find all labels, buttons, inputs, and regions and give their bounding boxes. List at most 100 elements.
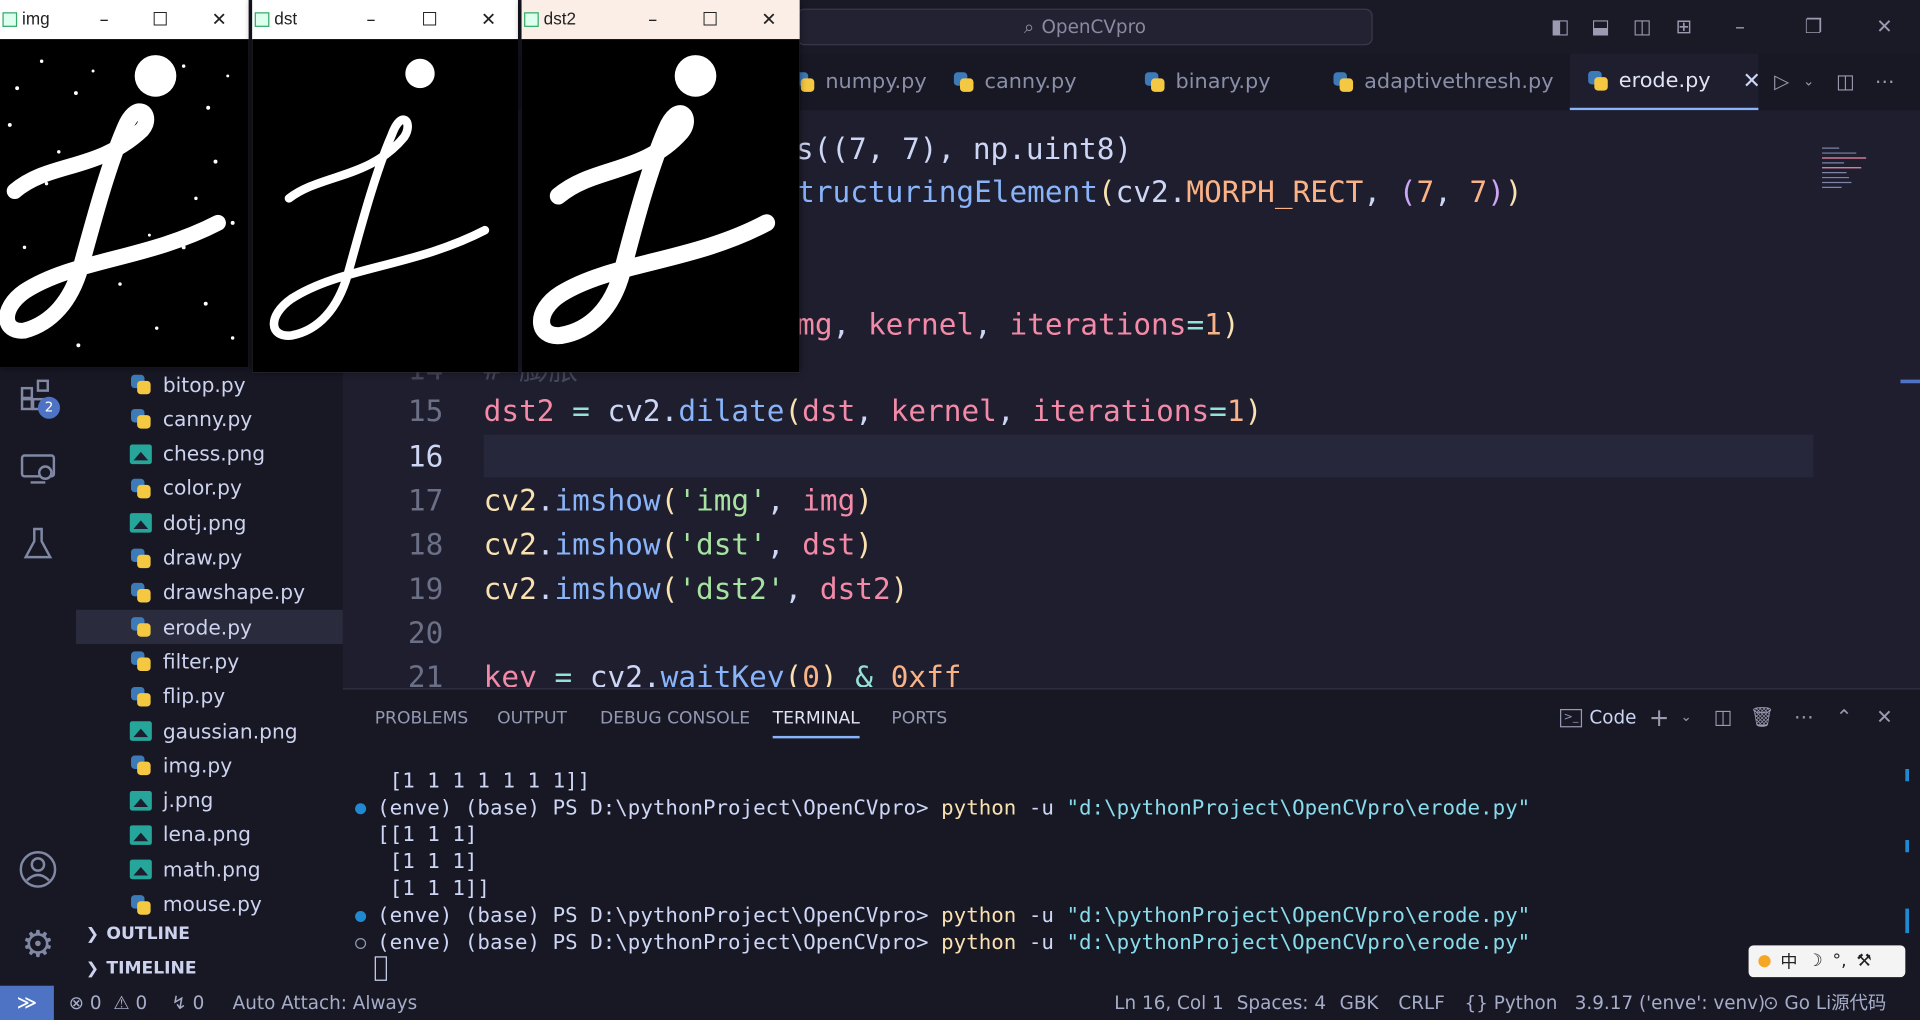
- file-item[interactable]: chess.png: [76, 437, 343, 471]
- command-status-icon[interactable]: [355, 911, 367, 923]
- file-item[interactable]: dotj.png: [76, 506, 343, 540]
- minimize-icon[interactable]: –: [639, 7, 666, 31]
- restore-icon[interactable]: ❐: [1800, 13, 1827, 40]
- interpreter-status[interactable]: 3.9.17 ('enve': venv): [1575, 986, 1766, 1020]
- file-item[interactable]: draw.py: [76, 541, 343, 575]
- maximize-icon[interactable]: ☐: [416, 7, 443, 31]
- warning-icon: ⚠: [113, 991, 130, 1014]
- minimize-icon[interactable]: –: [358, 7, 385, 31]
- code-line: cv2.imshow('dst', dst): [483, 527, 873, 563]
- file-item[interactable]: flip.py: [76, 679, 343, 713]
- ports-indicator[interactable]: ↯ 0: [171, 986, 204, 1020]
- go-live-button[interactable]: ⊙ Go Li源代码: [1763, 986, 1886, 1020]
- toggle-secondary-sidebar-icon[interactable]: ◫: [1629, 13, 1656, 40]
- file-item[interactable]: erode.py: [75, 609, 343, 645]
- image-file-icon: [129, 859, 152, 880]
- account-icon[interactable]: [16, 849, 60, 893]
- command-status-icon[interactable]: [355, 937, 367, 949]
- tab-erode[interactable]: erode.py ✕: [1569, 53, 1761, 111]
- tab-debug-console[interactable]: DEBUG CONSOLE: [600, 705, 750, 732]
- close-tab-icon[interactable]: ✕: [1742, 68, 1760, 94]
- cursor-position[interactable]: Ln 16, Col 1: [1114, 986, 1223, 1020]
- settings-gear-icon[interactable]: ⚙: [16, 923, 60, 967]
- trash-icon[interactable]: 🗑: [1749, 704, 1776, 731]
- minimize-icon[interactable]: –: [91, 7, 118, 31]
- python-file-icon: [130, 616, 152, 638]
- python-file-icon: [130, 547, 152, 569]
- code-line: dst2 = cv2.dilate(dst, kernel, iteration…: [483, 394, 1263, 429]
- terminal-path: "d:\pythonProject\OpenCVpro\erode.py": [1066, 795, 1531, 821]
- split-editor-icon[interactable]: ◫: [1832, 69, 1859, 96]
- outline-section[interactable]: ❯ OUTLINE: [76, 917, 343, 951]
- cv-window-dst[interactable]: dst – ☐ ✕: [252, 0, 518, 373]
- more-actions-icon[interactable]: ⋯: [1790, 704, 1817, 731]
- file-item[interactable]: filter.py: [76, 645, 343, 679]
- file-name: chess.png: [162, 442, 266, 466]
- timeline-section[interactable]: ❯ TIMELINE: [76, 951, 343, 985]
- problems-indicator[interactable]: ⊗ 0 ⚠ 0: [69, 986, 148, 1020]
- indentation-status[interactable]: Spaces: 4: [1237, 986, 1326, 1020]
- cv-title-bar[interactable]: img – ☐ ✕: [0, 0, 249, 40]
- image-file-icon: [129, 513, 152, 533]
- close-icon[interactable]: ✕: [475, 7, 502, 31]
- file-item[interactable]: math.png: [76, 852, 343, 886]
- terminal-shell-selector[interactable]: >_ Code: [1560, 703, 1636, 732]
- file-item[interactable]: canny.py: [76, 402, 343, 436]
- cv-title-bar[interactable]: dst2 – ☐ ✕: [521, 0, 800, 40]
- tab-output[interactable]: OUTPUT: [497, 705, 567, 732]
- toggle-panel-icon[interactable]: ⬓: [1587, 13, 1614, 40]
- chevron-down-icon[interactable]: ⌄: [1673, 704, 1700, 731]
- cv-window-dst2[interactable]: dst2 – ☐ ✕: [521, 0, 800, 373]
- testing-flask-icon[interactable]: [16, 524, 60, 568]
- tab-problems[interactable]: PROBLEMS: [375, 705, 469, 732]
- more-actions-icon[interactable]: ⋯: [1871, 69, 1898, 96]
- file-item[interactable]: lena.png: [76, 818, 343, 852]
- tab-label: canny.py: [984, 69, 1077, 95]
- cv-window-title: dst2: [543, 8, 577, 29]
- cv-title-bar[interactable]: dst – ☐ ✕: [252, 0, 518, 40]
- new-terminal-icon[interactable]: +: [1646, 704, 1673, 731]
- remote-explorer-icon[interactable]: [16, 448, 60, 492]
- search-text: OpenCVpro: [1041, 15, 1146, 38]
- minimize-icon[interactable]: –: [1727, 13, 1754, 40]
- tab-canny[interactable]: canny.py: [936, 54, 1120, 110]
- file-item[interactable]: j.png: [76, 783, 343, 817]
- code-line: cv2.imshow('img', img): [483, 483, 873, 518]
- tab-binary[interactable]: binary.py: [1127, 54, 1311, 110]
- maximize-icon[interactable]: ☐: [147, 7, 174, 31]
- auto-attach-status[interactable]: Auto Attach: Always: [233, 986, 418, 1020]
- maximize-panel-icon[interactable]: ⌃: [1831, 704, 1858, 731]
- tab-ports[interactable]: PORTS: [891, 705, 947, 732]
- tab-numpy[interactable]: numpy.py: [776, 54, 947, 110]
- file-name: canny.py: [162, 407, 253, 431]
- file-item[interactable]: drawshape.py: [76, 575, 343, 609]
- run-icon[interactable]: ▷: [1768, 69, 1795, 96]
- encoding-status[interactable]: GBK: [1340, 986, 1379, 1020]
- file-item[interactable]: bitop.py: [76, 367, 343, 401]
- customize-layout-icon[interactable]: ⊞: [1670, 13, 1697, 40]
- minimap[interactable]: [1820, 144, 1869, 193]
- python-file-icon: [130, 373, 152, 395]
- language-label: Python: [1493, 991, 1558, 1014]
- split-terminal-icon[interactable]: ◫: [1709, 704, 1736, 731]
- remote-indicator-icon[interactable]: ≫: [0, 985, 54, 1020]
- command-center-search[interactable]: ⌕ OpenCVpro: [797, 8, 1373, 46]
- ime-toolbar[interactable]: 中 ☽ °, ⚒: [1748, 945, 1906, 978]
- command-status-icon[interactable]: [355, 803, 367, 815]
- close-window-icon[interactable]: ✕: [1871, 13, 1898, 40]
- eol-status[interactable]: CRLF: [1398, 986, 1444, 1020]
- close-icon[interactable]: ✕: [756, 7, 783, 31]
- cv-window-img[interactable]: img – ☐ ✕: [0, 0, 249, 368]
- chevron-down-icon[interactable]: ⌄: [1795, 69, 1822, 96]
- language-mode[interactable]: {} Python: [1465, 986, 1558, 1020]
- tab-terminal[interactable]: TERMINAL: [772, 705, 860, 739]
- tab-adaptivethresh[interactable]: adaptivethresh.py: [1315, 54, 1560, 110]
- close-panel-icon[interactable]: ✕: [1871, 704, 1898, 731]
- maximize-icon[interactable]: ☐: [697, 7, 724, 31]
- close-icon[interactable]: ✕: [206, 7, 233, 31]
- file-item[interactable]: img.py: [76, 749, 343, 783]
- file-item[interactable]: gaussian.png: [76, 714, 343, 748]
- toggle-sidebar-icon[interactable]: ◧: [1547, 13, 1574, 40]
- chevron-right-icon: ❯: [85, 925, 100, 944]
- file-item[interactable]: color.py: [76, 471, 343, 505]
